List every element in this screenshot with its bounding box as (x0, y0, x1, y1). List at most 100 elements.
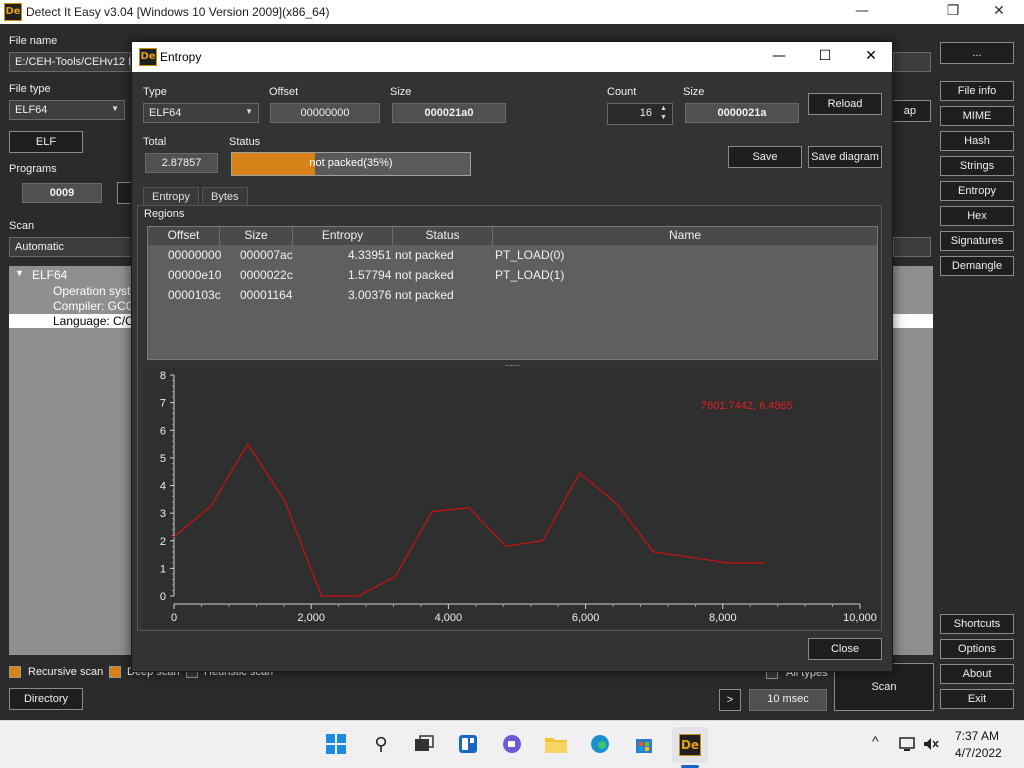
search-icon[interactable]: ⚲ (369, 733, 393, 757)
entropy-chart: 0 1 2 3 4 5 6 7 8 0 2,000 4,000 6,000 8,000 10,000 7601… (143, 367, 881, 629)
tree-item-language[interactable]: Language: C/C (53, 314, 134, 328)
file-explorer-icon[interactable] (544, 733, 568, 757)
file-type-select[interactable]: ELF64 ▼ (9, 100, 125, 120)
column-header-size[interactable]: Size (220, 227, 293, 245)
restore-icon[interactable]: ❐ (930, 0, 976, 24)
scan-mode-select[interactable]: Automatic (9, 237, 133, 257)
clock-date[interactable]: 4/7/2022 (955, 746, 1002, 760)
x-tick-label: 4,000 (435, 612, 463, 624)
dialog-maximize-icon[interactable]: ☐ (802, 42, 848, 72)
regions-table[interactable]: Offset Size Entropy Status Name 00000000… (147, 226, 878, 360)
signatures-button[interactable]: Signatures (940, 231, 1014, 251)
hash-button[interactable]: Hash (940, 131, 1014, 151)
size-value[interactable]: 000021a0 (392, 103, 506, 123)
minimize-icon[interactable]: — (839, 0, 885, 24)
count-label: Count (607, 86, 637, 98)
taskbar: ⚲ De ^ 7:37 AM 4/7/2022 (0, 720, 1024, 768)
y-tick-label: 8 (160, 370, 166, 382)
total-value: 2.87857 (145, 153, 218, 173)
browse-button[interactable]: ... (940, 42, 1014, 64)
y-tick-label: 2 (160, 536, 166, 548)
tree-expand-icon[interactable]: ▼ (15, 268, 24, 278)
cell-offset: 00000e10 (168, 268, 222, 282)
directory-button[interactable]: Directory (9, 688, 83, 710)
volume-muted-icon[interactable] (922, 735, 940, 756)
log-arrow-button[interactable]: > (719, 689, 741, 711)
reload-button[interactable]: Reload (808, 93, 882, 115)
size-label: Size (390, 86, 412, 98)
entropy-data-point (468, 507, 470, 509)
scan-mode-select-tail[interactable] (893, 237, 931, 257)
total-label: Total (143, 136, 167, 148)
hex-button[interactable]: Hex (940, 206, 1014, 226)
tree-item-compiler[interactable]: Compiler: GCC (53, 299, 134, 313)
save-diagram-button[interactable]: Save diagram (808, 146, 882, 168)
type-label: Type (143, 86, 167, 98)
cell-status: not packed (395, 248, 454, 262)
dialog-close-icon[interactable]: ✕ (848, 42, 894, 72)
widgets-icon[interactable] (456, 733, 480, 757)
task-view-icon[interactable] (412, 733, 436, 757)
cell-name: PT_LOAD(0) (495, 248, 565, 262)
cell-offset: 0000103c (168, 288, 221, 302)
entropy-button[interactable]: Entropy (940, 181, 1014, 201)
deep-scan-checkbox[interactable] (109, 666, 121, 678)
column-header-status[interactable]: Status (393, 227, 493, 245)
y-tick-label: 6 (160, 425, 166, 437)
tab-bytes[interactable]: Bytes (202, 187, 248, 206)
entropy-data-point (431, 511, 433, 513)
type-select[interactable]: ELF64 ▼ (143, 103, 259, 123)
exit-button[interactable]: Exit (940, 689, 1014, 709)
options-button[interactable]: Options (940, 639, 1014, 659)
scan-time-value: 10 msec (749, 689, 827, 711)
about-button[interactable]: About (940, 664, 1014, 684)
column-header-name[interactable]: Name (493, 227, 877, 245)
mime-button[interactable]: MIME (940, 106, 1014, 126)
x-tick-label: 0 (171, 612, 177, 624)
entropy-data-point (173, 536, 175, 538)
dialog-logo-icon: De (139, 48, 157, 66)
file-info-button[interactable]: File info (940, 81, 1014, 101)
offset-value[interactable]: 00000000 (270, 103, 380, 123)
tab-entropy[interactable]: Entropy (143, 187, 199, 206)
tree-root[interactable]: ELF64 (32, 268, 67, 282)
spin-arrows-icon[interactable]: ▲ ▼ (660, 104, 667, 122)
entropy-data-point (763, 562, 765, 564)
start-icon[interactable] (324, 733, 348, 757)
file-name-input[interactable]: E:/CEH-Tools/CEHv12 M (9, 52, 131, 72)
column-header-offset[interactable]: Offset (148, 227, 220, 245)
file-type-value: ELF64 (15, 104, 48, 116)
status-progress-bar: not packed(35%) (231, 152, 471, 176)
x-tick-label: 6,000 (572, 612, 600, 624)
shortcuts-button[interactable]: Shortcuts (940, 614, 1014, 634)
close-icon[interactable]: ✕ (976, 0, 1022, 24)
dialog-minimize-icon[interactable]: — (756, 42, 802, 72)
recursive-scan-checkbox[interactable] (9, 666, 21, 678)
edge-icon[interactable] (588, 733, 612, 757)
elf-button[interactable]: ELF (9, 131, 83, 153)
chevron-down-icon: ▼ (111, 104, 119, 113)
close-button[interactable]: Close (808, 638, 882, 660)
cell-status: not packed (395, 288, 454, 302)
hidden-button-partial[interactable]: ap (887, 100, 931, 122)
file-name-input-tail[interactable] (893, 52, 931, 72)
network-icon[interactable] (898, 735, 916, 756)
clock-time[interactable]: 7:37 AM (955, 729, 999, 743)
file-type-label: File type (9, 83, 51, 95)
strings-button[interactable]: Strings (940, 156, 1014, 176)
save-button[interactable]: Save (728, 146, 802, 168)
cell-entropy: 4.33951 (348, 248, 392, 262)
store-icon[interactable] (632, 733, 656, 757)
tree-item-os[interactable]: Operation syst (53, 284, 130, 298)
die-app-icon: De (679, 734, 701, 756)
chat-icon[interactable] (500, 733, 524, 757)
tray-chevron-icon[interactable]: ^ (872, 733, 879, 749)
cell-entropy: 3.00376 (348, 288, 392, 302)
die-taskbar-icon[interactable]: De (672, 727, 708, 763)
x-tick-label: 10,000 (843, 612, 877, 624)
entropy-data-point (542, 540, 544, 542)
entropy-data-point (357, 595, 359, 597)
demangle-button[interactable]: Demangle (940, 256, 1014, 276)
column-header-entropy[interactable]: Entropy (293, 227, 393, 245)
cell-status: not packed (395, 268, 454, 282)
